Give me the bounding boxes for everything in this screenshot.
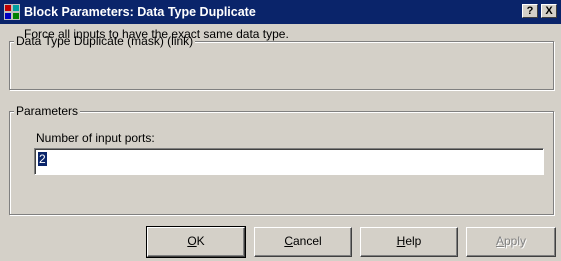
help-label: Help bbox=[397, 234, 422, 248]
block-parameters-dialog: Block Parameters: Data Type Duplicate ? … bbox=[0, 0, 561, 261]
apply-accel: A bbox=[495, 234, 504, 248]
description-group: Data Type Duplicate (mask) (link) Force … bbox=[9, 27, 554, 90]
cancel-accel: C bbox=[284, 234, 293, 248]
ok-accel: O bbox=[187, 234, 197, 248]
help-rest: elp bbox=[405, 234, 422, 248]
number-of-input-ports-field[interactable]: 2 bbox=[34, 148, 544, 175]
ok-label: OK bbox=[187, 234, 204, 248]
cancel-rest: ancel bbox=[292, 234, 322, 248]
window-title: Block Parameters: Data Type Duplicate bbox=[24, 5, 256, 19]
field-value: 2 bbox=[38, 152, 47, 166]
cancel-label: Cancel bbox=[284, 234, 321, 248]
apply-label: Apply bbox=[496, 234, 526, 248]
ok-button[interactable]: OK bbox=[146, 226, 246, 258]
help-button[interactable]: Help bbox=[360, 227, 458, 257]
cancel-button[interactable]: Cancel bbox=[254, 227, 352, 257]
number-of-input-ports-label: Number of input ports: bbox=[36, 131, 155, 145]
help-title-button[interactable]: ? bbox=[522, 4, 538, 18]
apply-button[interactable]: Apply bbox=[466, 227, 556, 257]
apply-rest: pply bbox=[504, 234, 527, 248]
description-text: Force all inputs to have the exact same … bbox=[24, 27, 289, 41]
parameters-legend: Parameters bbox=[14, 104, 81, 118]
title-bar[interactable]: Block Parameters: Data Type Duplicate ? … bbox=[0, 0, 561, 24]
ok-rest: K bbox=[196, 234, 205, 248]
close-button[interactable]: X bbox=[541, 4, 557, 18]
app-icon bbox=[4, 4, 20, 20]
